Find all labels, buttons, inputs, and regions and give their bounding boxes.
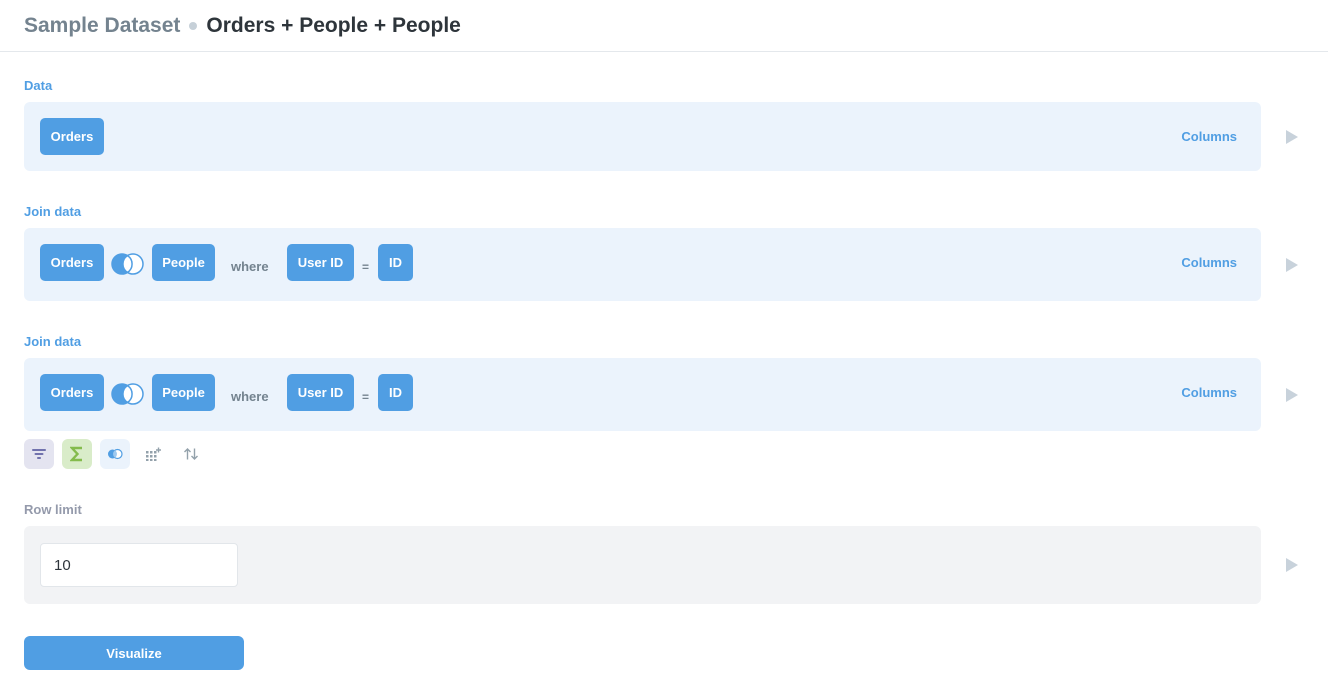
left-join-icon[interactable]: [111, 383, 145, 405]
sort-button[interactable]: [176, 439, 206, 469]
preview-play-icon[interactable]: [1286, 130, 1298, 144]
join-left-field-pill[interactable]: User ID: [287, 374, 354, 411]
columns-button[interactable]: Columns: [1181, 385, 1237, 400]
source-table-pill[interactable]: Orders: [40, 118, 104, 155]
join-left-table-pill[interactable]: Orders: [40, 244, 104, 281]
join-step-label: Join data: [24, 334, 82, 349]
join-right-field-pill[interactable]: ID: [378, 374, 413, 411]
preview-play-icon[interactable]: [1286, 558, 1298, 572]
join-right-field-pill[interactable]: ID: [378, 244, 413, 281]
where-label: where: [231, 259, 269, 274]
join-icon: [108, 448, 123, 460]
filter-button[interactable]: [24, 439, 54, 469]
custom-column-icon: [146, 447, 161, 461]
sort-icon: [184, 448, 198, 460]
filter-icon: [32, 449, 46, 459]
join-operator[interactable]: =: [362, 390, 369, 404]
join-right-table-pill[interactable]: People: [152, 244, 215, 281]
separator-dot: [189, 21, 198, 30]
join-step-label: Join data: [24, 204, 82, 219]
join-step: Orders People where User ID = ID Columns: [24, 358, 1261, 431]
data-step-label: Data: [24, 78, 53, 93]
row-limit-input[interactable]: [40, 543, 238, 587]
join-operator[interactable]: =: [362, 260, 369, 274]
preview-play-icon[interactable]: [1286, 388, 1298, 402]
row-limit-step: [24, 526, 1261, 604]
join-button[interactable]: [100, 439, 130, 469]
summarize-button[interactable]: [62, 439, 92, 469]
database-name[interactable]: Sample Dataset: [24, 14, 180, 38]
data-step: Orders Columns: [24, 102, 1261, 171]
row-limit-label: Row limit: [24, 502, 82, 517]
query-header: Sample Dataset Orders + People + People: [0, 0, 1328, 52]
preview-play-icon[interactable]: [1286, 258, 1298, 272]
join-left-table-pill[interactable]: Orders: [40, 374, 104, 411]
join-left-field-pill[interactable]: User ID: [287, 244, 354, 281]
custom-column-button[interactable]: [138, 439, 168, 469]
columns-button[interactable]: Columns: [1181, 129, 1237, 144]
visualize-button[interactable]: Visualize: [24, 636, 244, 670]
join-right-table-pill[interactable]: People: [152, 374, 215, 411]
sum-icon: [70, 446, 82, 462]
columns-button[interactable]: Columns: [1181, 255, 1237, 270]
join-step: Orders People where User ID = ID Columns: [24, 228, 1261, 301]
where-label: where: [231, 389, 269, 404]
question-title: Orders + People + People: [206, 13, 461, 37]
left-join-icon[interactable]: [111, 253, 145, 275]
